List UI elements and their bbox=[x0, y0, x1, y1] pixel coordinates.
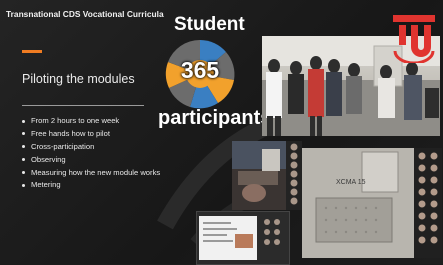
participant-thumbnails bbox=[286, 141, 302, 210]
stat-top-label: Student bbox=[174, 14, 245, 35]
slide-title: Transnational CDS Vocational Curricula bbox=[6, 9, 164, 19]
bullet-item: Cross-participation bbox=[22, 142, 162, 152]
bullet-item: Metering bbox=[22, 180, 162, 190]
accent-bar bbox=[22, 50, 42, 53]
presentation-slide: Transnational CDS Vocational Curricula P… bbox=[0, 0, 443, 265]
slide-heading: Piloting the modules bbox=[22, 72, 135, 86]
bullet-item: Observing bbox=[22, 155, 162, 165]
bullet-item: Measuring how the new module works bbox=[22, 168, 162, 178]
stat-number: 365 bbox=[180, 57, 220, 83]
machine-label: XCMA 15 bbox=[336, 179, 366, 186]
screen-share-photo bbox=[196, 211, 290, 265]
video-call-photo bbox=[232, 141, 288, 210]
machine-photo: XCMA 15 bbox=[302, 148, 414, 258]
bullet-list: From 2 hours to one week Free hands how … bbox=[22, 116, 162, 193]
stat-bottom-label: participants bbox=[158, 107, 272, 129]
tu-logo-icon bbox=[393, 15, 435, 63]
divider bbox=[22, 105, 144, 106]
bullet-item: From 2 hours to one week bbox=[22, 116, 162, 126]
participant-thumbnails bbox=[414, 148, 442, 258]
bullet-item: Free hands how to pilot bbox=[22, 129, 162, 139]
